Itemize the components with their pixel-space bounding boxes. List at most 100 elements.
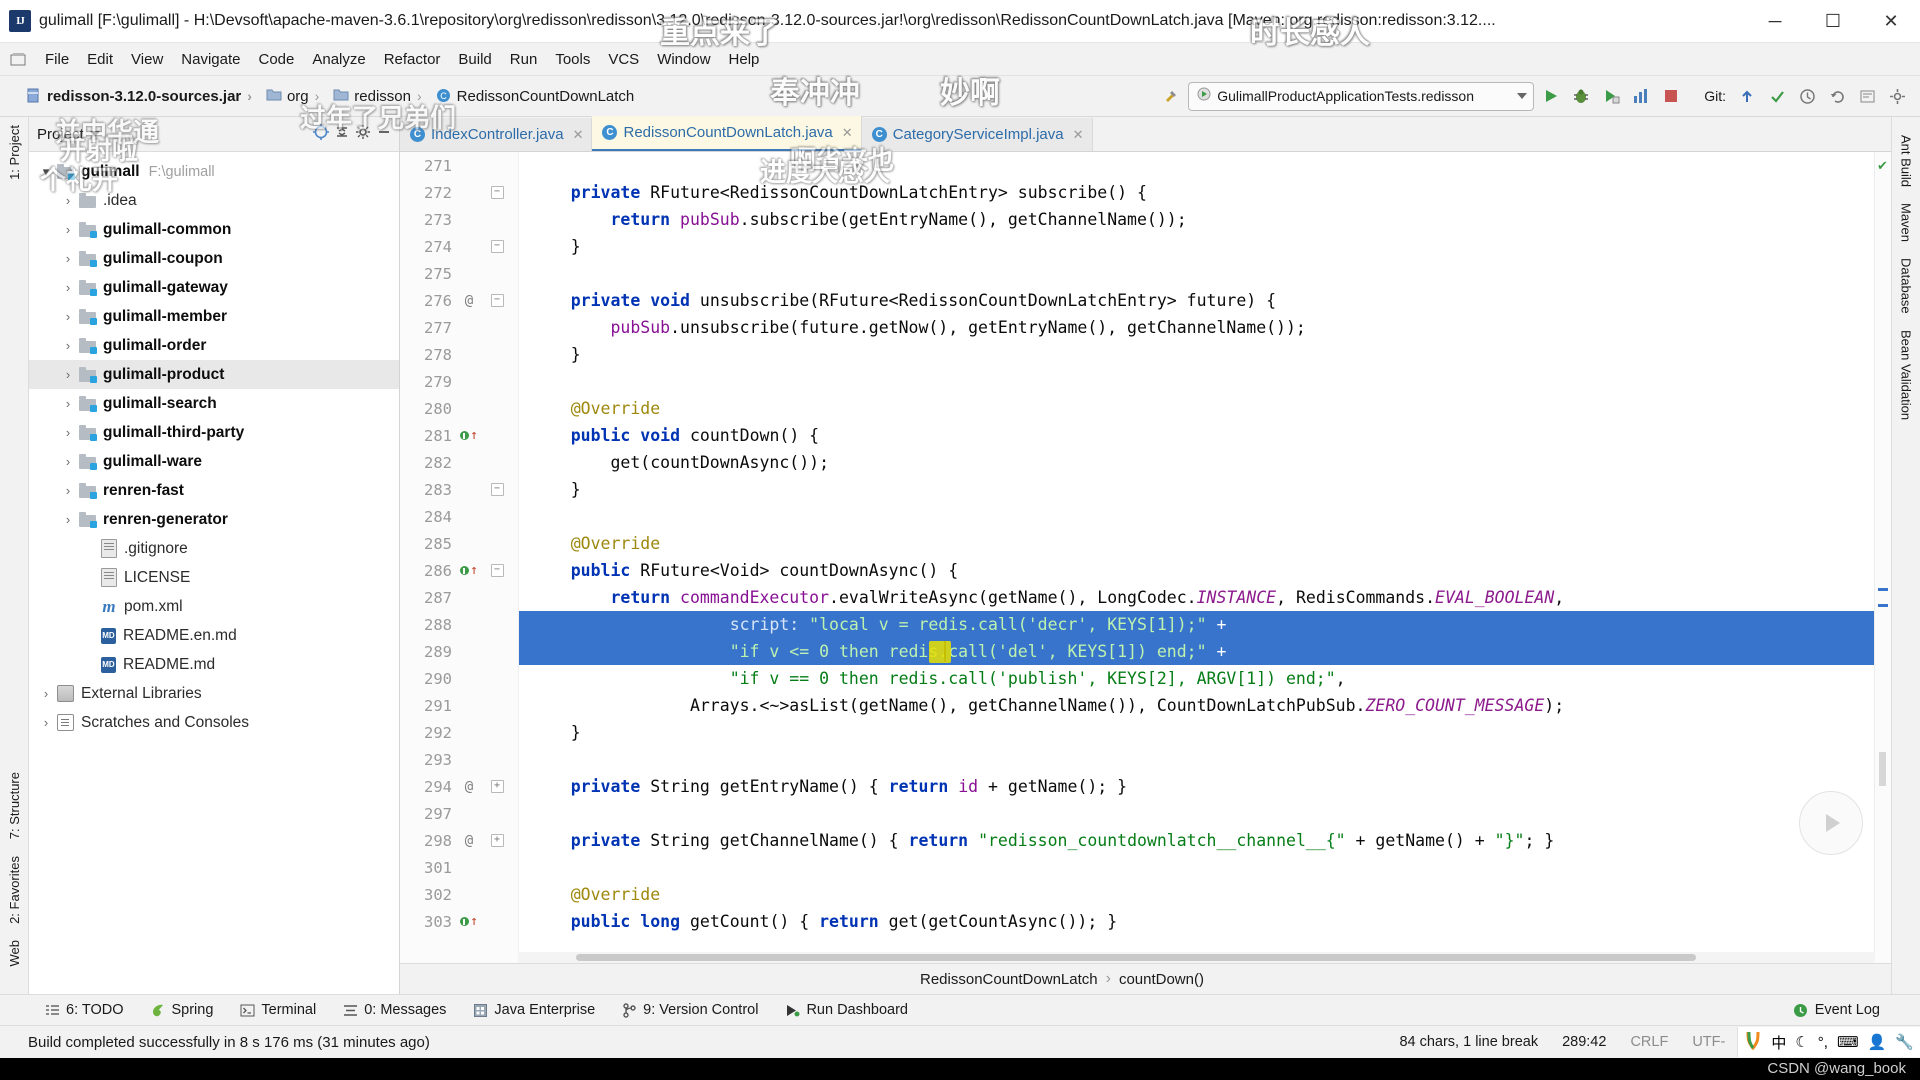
tool-window-button[interactable]: 0: Messages bbox=[342, 1002, 446, 1018]
gutter-line[interactable]: 289 bbox=[400, 638, 518, 665]
gutter-line[interactable]: 274 − bbox=[400, 233, 518, 260]
fold-expand-icon[interactable]: + bbox=[490, 834, 504, 847]
fold-region[interactable]: − bbox=[482, 240, 512, 253]
code-line[interactable]: script: "local v = redis.call('decr', KE… bbox=[519, 611, 1874, 638]
code-line[interactable]: } bbox=[519, 476, 1874, 503]
fold-region[interactable]: + bbox=[482, 834, 512, 847]
gutter-line[interactable]: 283 − bbox=[400, 476, 518, 503]
chevron-right-icon[interactable]: › bbox=[57, 338, 79, 353]
ime-settings-icon[interactable]: 🔧 bbox=[1895, 1033, 1914, 1051]
marker-strip[interactable]: ✔ bbox=[1874, 152, 1891, 963]
code-line[interactable]: @Override bbox=[519, 881, 1874, 908]
gutter-line[interactable]: 298 @ + bbox=[400, 827, 518, 854]
gutter-marker[interactable]: @ bbox=[456, 293, 482, 309]
fold-region[interactable]: − bbox=[482, 186, 512, 199]
code-line[interactable]: } bbox=[519, 233, 1874, 260]
minimize-button[interactable]: ─ bbox=[1746, 0, 1804, 42]
menu-navigate[interactable]: Navigate bbox=[172, 48, 249, 71]
chevron-right-icon[interactable]: › bbox=[57, 280, 79, 295]
code-line[interactable]: return commandExecutor.evalWriteAsync(ge… bbox=[519, 584, 1874, 611]
fold-collapse-icon[interactable]: − bbox=[490, 186, 504, 199]
editor-tab[interactable]: C RedissonCountDownLatch.java ✕ bbox=[592, 116, 862, 151]
code-line[interactable]: @Override bbox=[519, 395, 1874, 422]
locate-icon[interactable] bbox=[312, 123, 330, 146]
rail-tab-structure[interactable]: 7: Structure bbox=[4, 764, 25, 847]
fold-collapse-icon[interactable]: − bbox=[490, 564, 504, 577]
gutter-line[interactable]: 275 bbox=[400, 260, 518, 287]
tree-node[interactable]: › renren-generator bbox=[29, 505, 399, 534]
breadcrumb-class[interactable]: RedissonCountDownLatch bbox=[920, 971, 1098, 988]
maximize-button[interactable]: ☐ bbox=[1804, 0, 1862, 42]
gutter-line[interactable]: 292 bbox=[400, 719, 518, 746]
fold-collapse-icon[interactable]: − bbox=[490, 240, 504, 253]
tree-node[interactable]: › gulimall-common bbox=[29, 215, 399, 244]
gutter-line[interactable]: 287 bbox=[400, 584, 518, 611]
stop-button[interactable] bbox=[1658, 83, 1684, 109]
chevron-right-icon[interactable]: › bbox=[57, 251, 79, 266]
gutter-line[interactable]: 284 bbox=[400, 503, 518, 530]
tool-window-button[interactable]: 6: TODO bbox=[44, 1002, 123, 1018]
menu-analyze[interactable]: Analyze bbox=[303, 48, 374, 71]
tree-node[interactable]: › External Libraries bbox=[29, 679, 399, 708]
chevron-right-icon[interactable]: › bbox=[57, 367, 79, 382]
nav-crumb-org[interactable]: org › bbox=[262, 86, 329, 107]
tree-node[interactable]: › renren-fast bbox=[29, 476, 399, 505]
tree-node[interactable]: › Scratches and Consoles bbox=[29, 708, 399, 737]
close-icon[interactable]: ✕ bbox=[573, 127, 584, 143]
event-log-button[interactable]: Event Log bbox=[1793, 1002, 1894, 1018]
tree-node[interactable]: MD README.md bbox=[29, 650, 399, 679]
fold-collapse-icon[interactable]: − bbox=[490, 294, 504, 307]
code-line[interactable]: private void unsubscribe(RFuture<Redisso… bbox=[519, 287, 1874, 314]
override-arrow-icon[interactable]: ↑ bbox=[470, 564, 478, 577]
code-line[interactable]: public RFuture<Void> countDownAsync() { bbox=[519, 557, 1874, 584]
horizontal-scrollbar[interactable] bbox=[518, 952, 1875, 963]
nav-crumb-class[interactable]: C RedissonCountDownLatch bbox=[432, 86, 639, 107]
tree-node[interactable]: › gulimall-third-party bbox=[29, 418, 399, 447]
gutter-line[interactable]: 303 ↑ bbox=[400, 908, 518, 935]
code-line[interactable] bbox=[519, 152, 1874, 179]
chevron-down-icon[interactable]: ▾ bbox=[35, 164, 57, 180]
menu-build[interactable]: Build bbox=[449, 48, 500, 71]
menu-view[interactable]: View bbox=[122, 48, 172, 71]
code-line[interactable]: get(countDownAsync()); bbox=[519, 449, 1874, 476]
gutter-line[interactable]: 278 bbox=[400, 341, 518, 368]
chevron-right-icon[interactable]: › bbox=[57, 425, 79, 440]
video-player-overlay[interactable] bbox=[1799, 791, 1863, 855]
ime-mode-label[interactable]: 中 bbox=[1771, 1032, 1786, 1053]
tool-window-button[interactable]: Java Enterprise bbox=[472, 1002, 595, 1018]
gutter-marker[interactable]: ↑ bbox=[456, 429, 482, 442]
settings-icon[interactable] bbox=[354, 123, 372, 146]
close-icon[interactable]: ✕ bbox=[842, 125, 853, 141]
code-line[interactable]: "if v == 0 then redis.call('publish', KE… bbox=[519, 665, 1874, 692]
ime-user-icon[interactable]: 👤 bbox=[1868, 1033, 1887, 1051]
gutter-line[interactable]: 280 bbox=[400, 395, 518, 422]
chevron-right-icon[interactable]: › bbox=[57, 454, 79, 469]
tree-node[interactable]: › gulimall-search bbox=[29, 389, 399, 418]
menu-refactor[interactable]: Refactor bbox=[375, 48, 450, 71]
code-line[interactable] bbox=[519, 368, 1874, 395]
code-line[interactable]: } bbox=[519, 341, 1874, 368]
ime-logo-icon[interactable] bbox=[1744, 1030, 1762, 1054]
code-line[interactable]: Arrays.<~>asList(getName(), getChannelNa… bbox=[519, 692, 1874, 719]
tool-window-button[interactable]: Spring bbox=[149, 1002, 213, 1018]
tree-node[interactable]: LICENSE bbox=[29, 563, 399, 592]
tool-window-button[interactable]: Run Dashboard bbox=[784, 1002, 908, 1018]
gutter-line[interactable]: 285 bbox=[400, 530, 518, 557]
rail-tab-web[interactable]: Web bbox=[4, 932, 25, 975]
gutter-line[interactable]: 282 bbox=[400, 449, 518, 476]
code-line[interactable] bbox=[519, 746, 1874, 773]
gutter-line[interactable]: 297 bbox=[400, 800, 518, 827]
ime-punctuation-icon[interactable]: °, bbox=[1818, 1034, 1828, 1051]
code-line[interactable] bbox=[519, 260, 1874, 287]
implemented-method-icon[interactable] bbox=[460, 431, 470, 440]
chevron-right-icon[interactable]: › bbox=[57, 193, 79, 208]
override-arrow-icon[interactable]: ↑ bbox=[470, 915, 478, 928]
implemented-method-icon[interactable] bbox=[460, 566, 470, 575]
code-line[interactable]: private String getEntryName() { return i… bbox=[519, 773, 1874, 800]
breadcrumb-method[interactable]: countDown() bbox=[1119, 971, 1204, 988]
code-line[interactable] bbox=[519, 503, 1874, 530]
fold-region[interactable]: − bbox=[482, 564, 512, 577]
tool-window-button[interactable]: 9: Version Control bbox=[621, 1002, 758, 1018]
tree-node[interactable]: MD README.en.md bbox=[29, 621, 399, 650]
tree-node[interactable]: › gulimall-product bbox=[29, 360, 399, 389]
